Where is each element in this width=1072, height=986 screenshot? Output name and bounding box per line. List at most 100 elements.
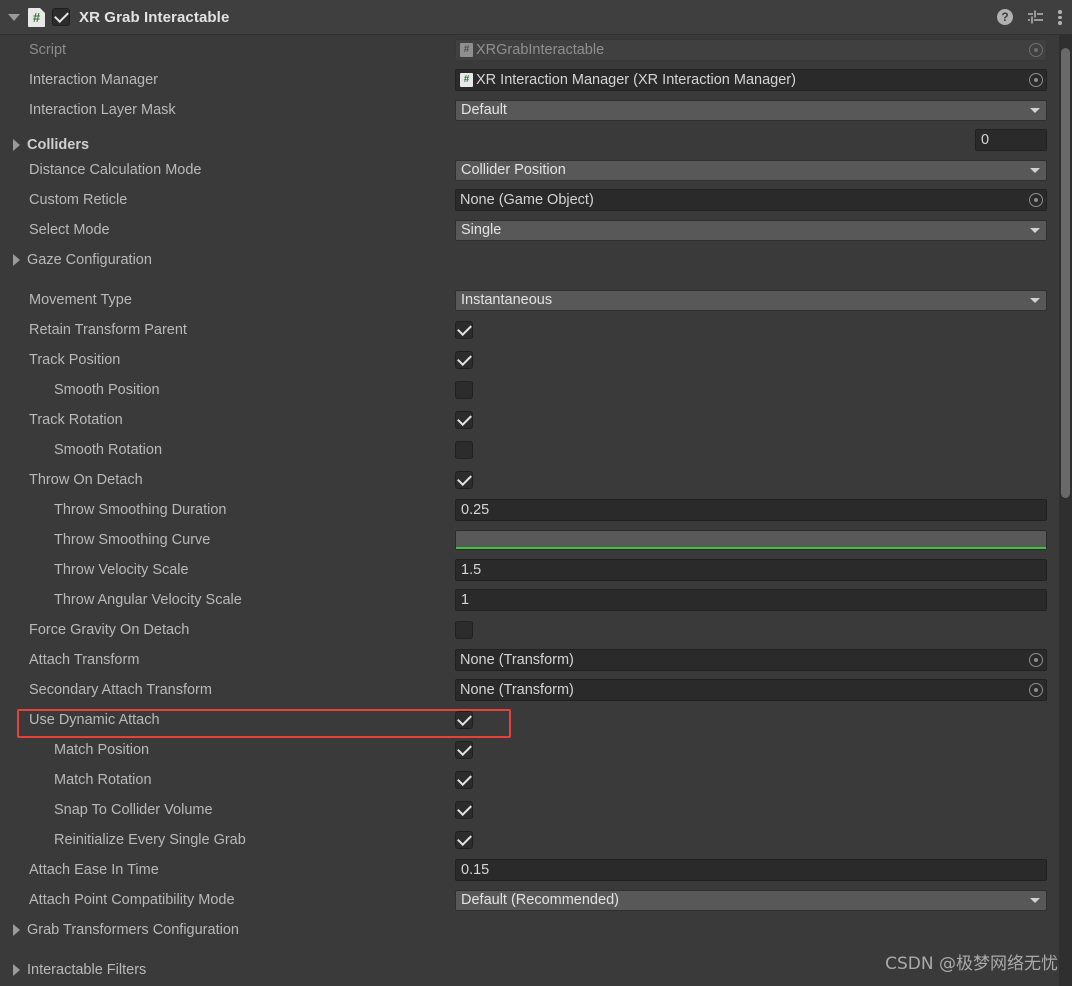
checkmark-icon xyxy=(456,741,472,757)
label-select-mode: Select Mode xyxy=(29,221,110,238)
attach-ease-in-time-input[interactable]: 0.15 xyxy=(455,859,1047,881)
colliders-size-input[interactable]: 0 xyxy=(975,129,1047,151)
throw-velocity-scale-input[interactable]: 1.5 xyxy=(455,559,1047,581)
throw-smoothing-duration-input[interactable]: 0.25 xyxy=(455,499,1047,521)
label-wrap: Secondary Attach Transform xyxy=(0,683,455,698)
smooth-position-checkbox[interactable] xyxy=(455,381,473,399)
field-wrap: Single xyxy=(455,219,1072,241)
object-picker-icon[interactable] xyxy=(1029,73,1043,87)
smooth-rotation-checkbox[interactable] xyxy=(455,441,473,459)
track-position-checkbox[interactable] xyxy=(455,351,473,369)
row-throw-angular-velocity-scale: Throw Angular Velocity Scale 1 xyxy=(0,585,1072,615)
label-force-gravity-on-detach: Force Gravity On Detach xyxy=(29,621,190,638)
match-rotation-checkbox[interactable] xyxy=(455,771,473,789)
label-track-position: Track Position xyxy=(29,351,121,368)
interaction-manager-object-field[interactable]: # XR Interaction Manager (XR Interaction… xyxy=(455,69,1047,91)
reinitialize-every-single-grab-checkbox[interactable] xyxy=(455,831,473,849)
retain-transform-parent-checkbox[interactable] xyxy=(455,321,473,339)
object-picker-icon[interactable] xyxy=(1029,653,1043,667)
attach-transform-value: None (Transform) xyxy=(460,652,574,668)
component-header[interactable]: # XR Grab Interactable ? xyxy=(0,0,1072,35)
row-snap-to-collider-volume: Snap To Collider Volume xyxy=(0,795,1072,825)
select-mode-dropdown[interactable]: Single xyxy=(455,219,1047,241)
interaction-layer-mask-dropdown[interactable]: Default xyxy=(455,99,1047,121)
custom-reticle-object-field[interactable]: None (Game Object) xyxy=(455,189,1047,211)
attach-transform-object-field[interactable]: None (Transform) xyxy=(455,649,1047,671)
foldout-collapsed-icon[interactable] xyxy=(13,254,20,266)
attach-point-compatibility-mode-dropdown[interactable]: Default (Recommended) xyxy=(455,889,1047,911)
label-interactable-filters: Interactable Filters xyxy=(27,961,147,978)
secondary-attach-transform-value: None (Transform) xyxy=(460,682,574,698)
row-grab-transformers-configuration[interactable]: Grab Transformers Configuration xyxy=(0,915,1072,945)
label-wrap: Throw Smoothing Curve xyxy=(0,533,455,548)
distance-calculation-mode-dropdown[interactable]: Collider Position xyxy=(455,159,1047,181)
label-gaze-configuration: Gaze Configuration xyxy=(27,251,152,268)
label-throw-smoothing-curve: Throw Smoothing Curve xyxy=(54,531,211,548)
interaction-layer-mask-value: Default xyxy=(461,102,507,118)
field-wrap xyxy=(455,321,1072,339)
throw-angular-velocity-scale-value: 1 xyxy=(461,591,470,608)
label-retain-transform-parent: Retain Transform Parent xyxy=(29,321,187,338)
throw-velocity-scale-value: 1.5 xyxy=(461,561,482,578)
label-wrap: Reinitialize Every Single Grab xyxy=(0,833,455,848)
field-wrap: None (Transform) xyxy=(455,649,1072,671)
object-picker-icon[interactable] xyxy=(1029,193,1043,207)
field-wrap: # XR Interaction Manager (XR Interaction… xyxy=(455,69,1072,91)
secondary-attach-transform-object-field[interactable]: None (Transform) xyxy=(455,679,1047,701)
row-track-rotation: Track Rotation xyxy=(0,405,1072,435)
label-wrap: Smooth Position xyxy=(0,383,455,398)
interaction-manager-value: XR Interaction Manager (XR Interaction M… xyxy=(476,72,796,88)
label-attach-point-compatibility-mode: Attach Point Compatibility Mode xyxy=(29,891,235,908)
label-wrap: Throw Angular Velocity Scale xyxy=(0,593,455,608)
foldout-collapsed-icon[interactable] xyxy=(13,924,20,936)
row-smooth-rotation: Smooth Rotation xyxy=(0,435,1072,465)
kebab-menu-icon[interactable] xyxy=(1058,9,1062,25)
foldout-collapsed-icon[interactable] xyxy=(13,964,20,976)
field-wrap xyxy=(455,741,1072,759)
match-position-checkbox[interactable] xyxy=(455,741,473,759)
foldout-expanded-icon[interactable] xyxy=(8,13,20,21)
track-rotation-checkbox[interactable] xyxy=(455,411,473,429)
chevron-down-icon xyxy=(1030,168,1040,173)
label-throw-smoothing-duration: Throw Smoothing Duration xyxy=(54,501,227,518)
select-mode-value: Single xyxy=(461,222,502,238)
throw-on-detach-checkbox[interactable] xyxy=(455,471,473,489)
label-wrap: Select Mode xyxy=(0,223,455,238)
watermark-text: CSDN @极梦网络无忧 xyxy=(885,954,1058,974)
field-wrap xyxy=(455,831,1072,849)
preset-icon[interactable] xyxy=(1027,9,1044,25)
label-grab-transformers-configuration: Grab Transformers Configuration xyxy=(27,921,239,938)
vertical-scrollbar-thumb[interactable] xyxy=(1061,48,1070,498)
component-enabled-checkbox[interactable] xyxy=(52,8,70,26)
field-wrap: 1.5 xyxy=(455,559,1072,581)
header-icon-group: ? xyxy=(997,0,1062,34)
row-colliders-foldout[interactable]: Colliders xyxy=(0,130,455,160)
vertical-scrollbar-track[interactable] xyxy=(1059,35,1072,986)
field-wrap xyxy=(455,441,1072,459)
field-wrap xyxy=(455,381,1072,399)
snap-to-collider-volume-checkbox[interactable] xyxy=(455,801,473,819)
throw-angular-velocity-scale-input[interactable]: 1 xyxy=(455,589,1047,611)
label-wrap: Distance Calculation Mode xyxy=(0,163,455,178)
custom-reticle-value: None (Game Object) xyxy=(460,192,594,208)
help-icon[interactable]: ? xyxy=(997,9,1013,25)
use-dynamic-attach-checkbox[interactable] xyxy=(455,711,473,729)
throw-smoothing-curve-field[interactable] xyxy=(455,530,1047,550)
field-wrap: Default xyxy=(455,99,1072,121)
row-force-gravity-on-detach: Force Gravity On Detach xyxy=(0,615,1072,645)
label-track-rotation: Track Rotation xyxy=(29,411,123,428)
label-secondary-attach-transform: Secondary Attach Transform xyxy=(29,681,212,698)
colliders-size-value: 0 xyxy=(981,131,990,148)
row-gaze-configuration[interactable]: Gaze Configuration xyxy=(0,245,1072,275)
attach-ease-in-time-value: 0.15 xyxy=(461,861,490,878)
movement-type-value: Instantaneous xyxy=(461,292,553,308)
foldout-collapsed-icon[interactable] xyxy=(13,139,20,151)
movement-type-dropdown[interactable]: Instantaneous xyxy=(455,289,1047,311)
force-gravity-on-detach-checkbox[interactable] xyxy=(455,621,473,639)
field-wrap xyxy=(455,711,1072,729)
object-picker-icon[interactable] xyxy=(1029,683,1043,697)
checkmark-icon xyxy=(456,351,472,367)
field-wrap: Default (Recommended) xyxy=(455,889,1072,911)
label-distance-calculation-mode: Distance Calculation Mode xyxy=(29,161,202,178)
